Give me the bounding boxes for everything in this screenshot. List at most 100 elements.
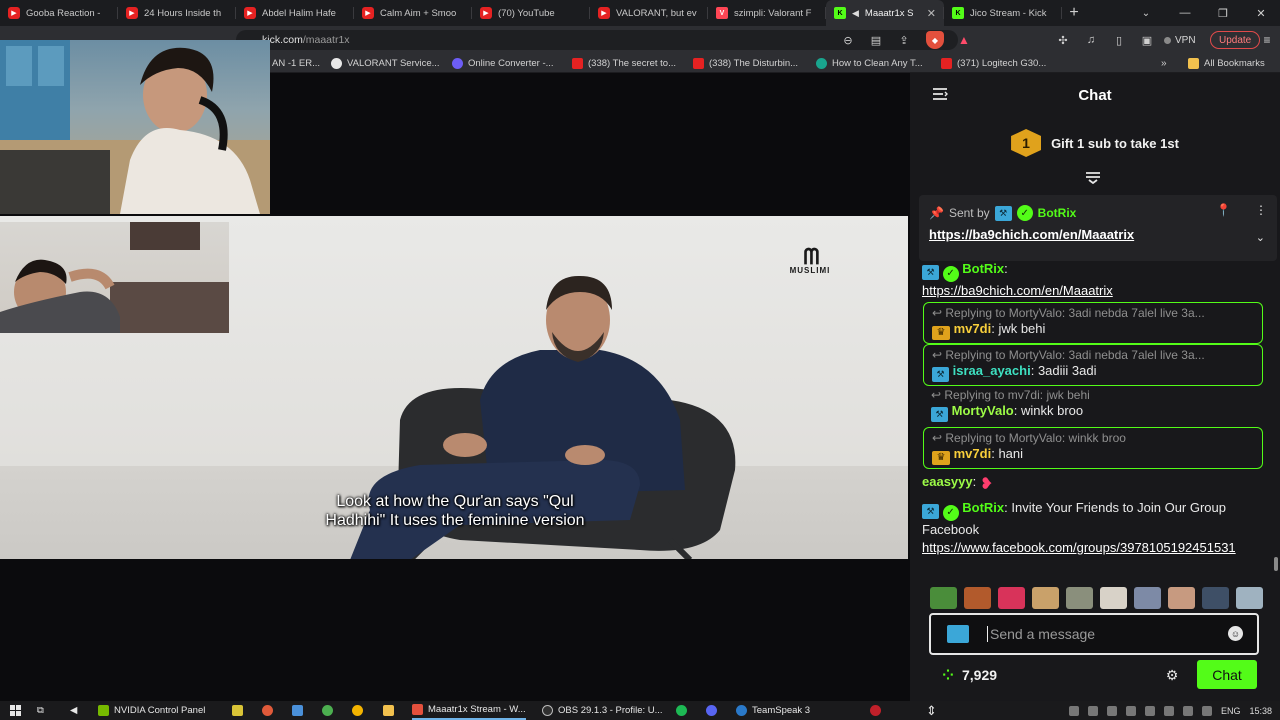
minimize-icon[interactable]: — [1166, 0, 1204, 26]
chat-username[interactable]: BotRix [962, 500, 1004, 515]
chat-username[interactable]: eaasyyy [922, 474, 973, 489]
close-tab-icon[interactable]: ✕ [927, 7, 936, 20]
file-explorer-icon[interactable] [383, 701, 394, 720]
channel-points[interactable]: ⁘ 7,929 [940, 667, 997, 684]
tray-icon[interactable] [1087, 705, 1098, 716]
pinned-link[interactable]: https://ba9chich.com/en/Maaatrix [929, 227, 1134, 242]
chat-username[interactable]: MortyValo [952, 403, 1014, 418]
volume-icon[interactable] [1201, 705, 1212, 716]
chat-scrollbar[interactable] [1274, 557, 1278, 571]
reader-icon[interactable]: ▤ [866, 30, 886, 50]
windows-taskbar: ⧉ ◀ NVIDIA Control Panel Maaatr1x Stream… [0, 701, 1280, 720]
task-view-icon[interactable]: ⧉ [37, 701, 44, 720]
restore-icon[interactable]: ❐ [1204, 0, 1242, 26]
bookmark-item[interactable]: Online Converter -... [452, 53, 554, 73]
chat-message-input[interactable] [987, 626, 1207, 642]
send-chat-button[interactable]: Chat [1197, 660, 1257, 689]
tab-5[interactable]: ▶ (70) YouTube [472, 0, 590, 26]
tray-icon[interactable] [1106, 705, 1117, 716]
pinned-username[interactable]: BotRix [1038, 206, 1077, 220]
emote-icon[interactable] [1168, 587, 1195, 609]
menu-icon[interactable]: ≡ [1258, 31, 1276, 49]
chat-link[interactable]: https://ba9chich.com/en/Maaatrix [922, 283, 1113, 298]
tray-icon[interactable] [1163, 705, 1174, 716]
gift-leaderboard[interactable]: 1 Gift 1 sub to take 1st [910, 125, 1280, 161]
tab-2[interactable]: ▶ 24 Hours Inside th [118, 0, 236, 26]
update-button[interactable]: Update [1210, 31, 1261, 49]
extension-puzzle-icon[interactable]: ✣ [1052, 30, 1074, 50]
emote-icon[interactable] [1100, 587, 1127, 609]
emote-icon[interactable] [1066, 587, 1093, 609]
brave-shield-icon[interactable]: ◆ [926, 31, 944, 49]
new-tab-button[interactable]: + [1062, 0, 1086, 26]
chat-link[interactable]: https://www.facebook.com/groups/39781051… [922, 540, 1236, 555]
emote-icon[interactable] [930, 587, 957, 609]
expand-leaderboard-icon[interactable] [1085, 172, 1101, 187]
tab-9[interactable]: K Jico Stream - Kick [944, 0, 1062, 26]
tab-3[interactable]: ▶ Abdel Halim Hafe [236, 0, 354, 26]
emote-icon[interactable] [998, 587, 1025, 609]
bot-badge-icon: ⚒ [931, 407, 948, 422]
kick-icon: K [952, 7, 964, 19]
bookmark-item[interactable]: How to Clean Any T... [816, 53, 923, 73]
tab-active-kick[interactable]: K ◀ Maaatr1x S ✕ [826, 0, 944, 26]
chat-username[interactable]: mv7di [954, 321, 992, 336]
taskbar-item[interactable]: TeamSpeak 3 [736, 701, 810, 720]
emote-icon[interactable] [1032, 587, 1059, 609]
emoji-picker-icon[interactable]: ☺ [1228, 626, 1243, 641]
wallet-icon[interactable]: ▣ [1136, 30, 1158, 50]
obs-icon [542, 705, 553, 716]
language-indicator[interactable]: ENG [1221, 706, 1241, 716]
pinned-message[interactable]: 📌 Sent by ⚒ ✓ BotRix https://ba9chich.co… [919, 195, 1277, 261]
chat-settings-icon[interactable]: ⚙ [1164, 667, 1180, 683]
unpin-icon[interactable]: 📍 [1216, 203, 1231, 217]
emote-icon[interactable] [1134, 587, 1161, 609]
taskbar-item-active[interactable]: Maaatr1x Stream - W... [412, 701, 526, 720]
tray-icon[interactable] [1068, 705, 1079, 716]
start-icon[interactable] [10, 701, 21, 720]
chat-username[interactable]: israa_ayachi [953, 363, 1031, 378]
bookmark-item[interactable]: AN -1 ER... [272, 53, 320, 73]
chrome-icon[interactable] [322, 701, 333, 720]
bookmark-item[interactable]: (338) The Disturbin... [693, 53, 798, 73]
tab-search-icon[interactable]: ⌄ [1134, 0, 1158, 26]
back-icon[interactable]: ◀ [70, 701, 77, 720]
tab-7[interactable]: Vszimpli: Valorant F [708, 0, 826, 26]
all-bookmarks[interactable]: All Bookmarks [1188, 53, 1265, 73]
chevron-down-icon[interactable]: ⌄ [1256, 231, 1265, 244]
chrome-icon[interactable] [352, 701, 363, 720]
wifi-icon[interactable] [1182, 705, 1193, 716]
bookmark-item[interactable]: (371) Logitech G30... [941, 53, 1046, 73]
taskbar-app-icon[interactable] [292, 701, 303, 720]
close-window-icon[interactable]: ✕ [1242, 0, 1280, 26]
brave-rewards-icon[interactable]: ▲ [955, 31, 973, 49]
zoom-icon[interactable]: ⊖ [838, 30, 858, 50]
music-icon[interactable]: ♫ [1080, 30, 1102, 50]
bookmark-item[interactable]: VALORANT Service... [331, 53, 440, 73]
taskbar-app-icon[interactable] [232, 701, 243, 720]
taskbar-app-icon[interactable] [262, 701, 273, 720]
taskbar-app-icon[interactable] [870, 701, 881, 720]
tray-icon[interactable] [1125, 705, 1136, 716]
emote-icon[interactable] [1236, 587, 1263, 609]
clock[interactable]: 15:38 [1249, 706, 1272, 716]
chat-username[interactable]: BotRix [962, 261, 1004, 276]
speaker-icon[interactable]: ◀ [852, 8, 859, 19]
emote-icon[interactable] [964, 587, 991, 609]
emote-icon[interactable] [1202, 587, 1229, 609]
chat-username[interactable]: mv7di [954, 446, 992, 461]
taskbar-item[interactable]: OBS 29.1.3 - Profile: U... [542, 701, 663, 720]
sidebar-icon[interactable]: ▯ [1108, 30, 1130, 50]
bookmark-item[interactable]: (338) The secret to... [572, 53, 676, 73]
spotify-icon[interactable] [676, 701, 687, 720]
discord-icon[interactable] [706, 701, 717, 720]
share-icon[interactable]: ⇪ [894, 30, 914, 50]
tab-1[interactable]: ▶ Gooba Reaction - [0, 0, 118, 26]
more-bookmarks-icon[interactable]: » [1161, 53, 1167, 73]
taskbar-item[interactable]: NVIDIA Control Panel [98, 701, 205, 720]
tab-4[interactable]: ▶ Calm Aim + Smoo [354, 0, 472, 26]
tray-icon[interactable] [1144, 705, 1155, 716]
vpn-button[interactable]: VPN [1164, 31, 1196, 49]
tab-6[interactable]: ▶ VALORANT, but ev [590, 0, 708, 26]
more-options-icon[interactable]: ⋮ [1255, 203, 1267, 217]
